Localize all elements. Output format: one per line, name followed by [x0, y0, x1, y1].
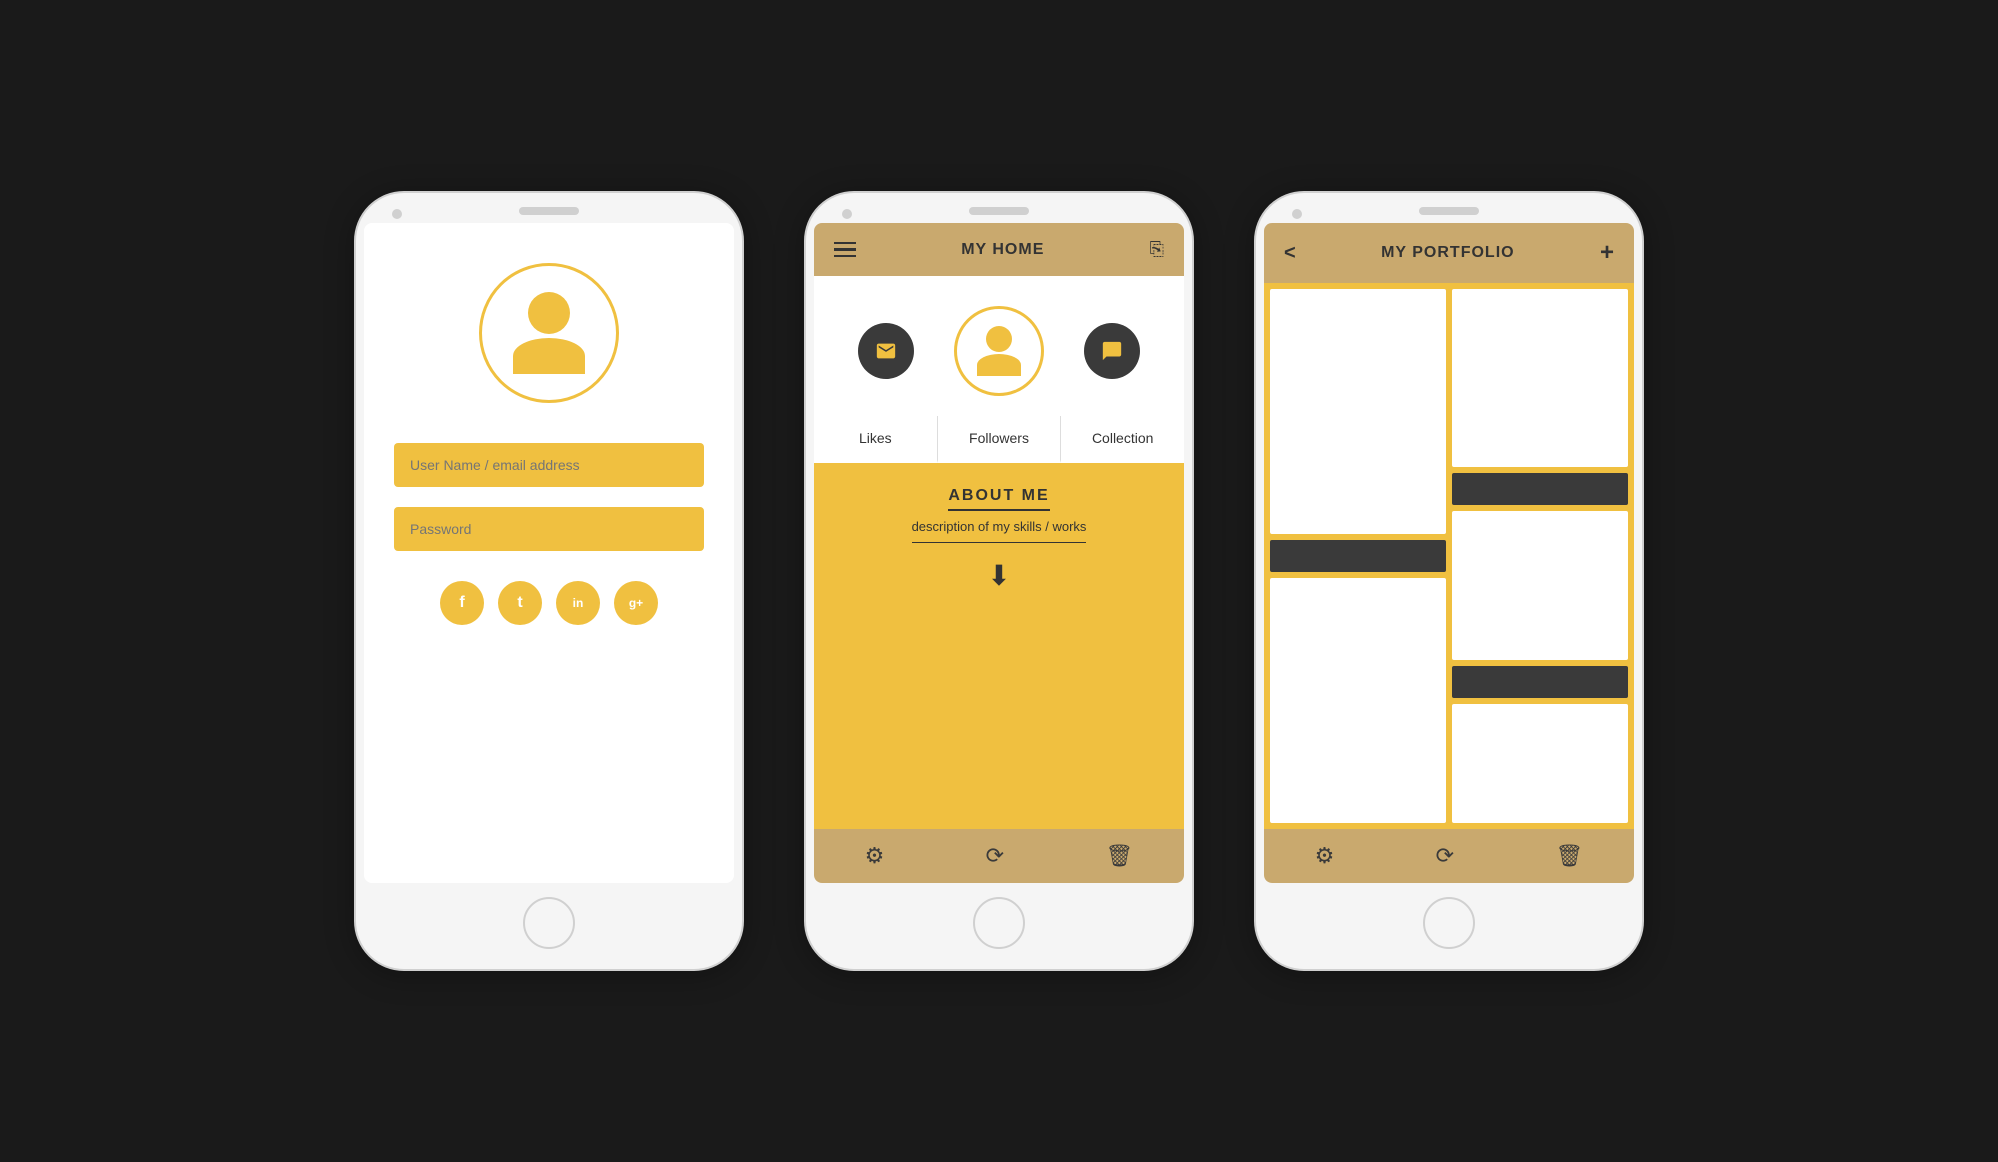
avatar-circle: [479, 263, 619, 403]
phone-home: MY HOME ⎘: [804, 191, 1194, 971]
profile-head: [986, 326, 1012, 352]
home-screen: MY HOME ⎘: [814, 223, 1184, 883]
phone-top-bar: [356, 193, 742, 223]
phone-camera-2: [842, 209, 852, 219]
about-section: ABOUT ME description of my skills / work…: [814, 463, 1184, 829]
portfolio-card-right-bot: [1452, 704, 1628, 823]
portfolio-card-left-tall: [1270, 289, 1446, 534]
profile-avatar-icon: [977, 326, 1021, 376]
googleplus-button[interactable]: g+: [614, 581, 658, 625]
refresh-icon[interactable]: ⟳: [986, 843, 1004, 869]
portfolio-label-right-2: [1452, 666, 1628, 698]
phone-bottom-1: [356, 883, 742, 969]
tab-followers[interactable]: Followers: [937, 416, 1061, 463]
bottom-bar-portfolio: ⚙ ⟳ 🗑: [1264, 829, 1634, 883]
about-description: description of my skills / works: [912, 519, 1087, 543]
portfolio-card-right-top: [1452, 289, 1628, 467]
edit-icon[interactable]: ⎘: [1150, 239, 1164, 260]
settings-icon[interactable]: ⚙: [865, 843, 885, 869]
chat-icon: [1101, 340, 1123, 362]
facebook-button[interactable]: f: [440, 581, 484, 625]
home-button-2[interactable]: [973, 897, 1025, 949]
portfolio-card-right-mid: [1452, 511, 1628, 660]
message-icon-circle[interactable]: [858, 323, 914, 379]
linkedin-button[interactable]: in: [556, 581, 600, 625]
avatar-body: [513, 338, 585, 374]
phone-top-bar-3: [1256, 193, 1642, 223]
portfolio-refresh-icon[interactable]: ⟳: [1436, 843, 1454, 869]
portfolio-title: MY PORTFOLIO: [1381, 244, 1514, 262]
phone-top-bar-2: [806, 193, 1192, 223]
phone-camera: [392, 209, 402, 219]
bottom-bar-home: ⚙ ⟳ 🗑: [814, 829, 1184, 883]
hamburger-icon[interactable]: [834, 242, 856, 258]
home-button-1[interactable]: [523, 897, 575, 949]
home-button-3[interactable]: [1423, 897, 1475, 949]
social-icons-row: f t in g+: [440, 581, 658, 625]
home-title: MY HOME: [961, 241, 1044, 259]
portfolio-label-left: [1270, 540, 1446, 572]
scene: f t in g+: [314, 151, 1684, 1011]
tabs-section: Likes Followers Collection: [814, 416, 1184, 463]
phone-login: f t in g+: [354, 191, 744, 971]
user-avatar-icon: [513, 292, 585, 374]
scroll-down-arrow: ⬇: [987, 559, 1010, 592]
envelope-icon: [875, 340, 897, 362]
login-screen: f t in g+: [364, 223, 734, 883]
phone-camera-3: [1292, 209, 1302, 219]
username-input[interactable]: [394, 443, 704, 487]
profile-section: [814, 276, 1184, 416]
tab-likes[interactable]: Likes: [814, 416, 937, 463]
phone-portfolio: < MY PORTFOLIO +: [1254, 191, 1644, 971]
chat-icon-circle[interactable]: [1084, 323, 1140, 379]
portfolio-header: < MY PORTFOLIO +: [1264, 223, 1634, 283]
portfolio-trash-icon[interactable]: 🗑: [1555, 843, 1583, 869]
phone-bottom-2: [806, 883, 1192, 969]
add-icon[interactable]: +: [1600, 239, 1614, 267]
phone-speaker-2: [969, 207, 1029, 215]
trash-icon[interactable]: 🗑: [1105, 843, 1133, 869]
portfolio-label-right-1: [1452, 473, 1628, 505]
portfolio-card-left-sm: [1270, 578, 1446, 823]
password-input[interactable]: [394, 507, 704, 551]
portfolio-screen: < MY PORTFOLIO +: [1264, 223, 1634, 883]
avatar-head: [528, 292, 570, 334]
portfolio-settings-icon[interactable]: ⚙: [1315, 843, 1335, 869]
profile-avatar-circle: [954, 306, 1044, 396]
phone-speaker-3: [1419, 207, 1479, 215]
twitter-button[interactable]: t: [498, 581, 542, 625]
back-icon[interactable]: <: [1284, 242, 1296, 265]
phone-bottom-3: [1256, 883, 1642, 969]
home-header: MY HOME ⎘: [814, 223, 1184, 276]
profile-body: [977, 354, 1021, 376]
about-title: ABOUT ME: [948, 487, 1049, 511]
tab-collection[interactable]: Collection: [1060, 416, 1184, 463]
phone-speaker: [519, 207, 579, 215]
